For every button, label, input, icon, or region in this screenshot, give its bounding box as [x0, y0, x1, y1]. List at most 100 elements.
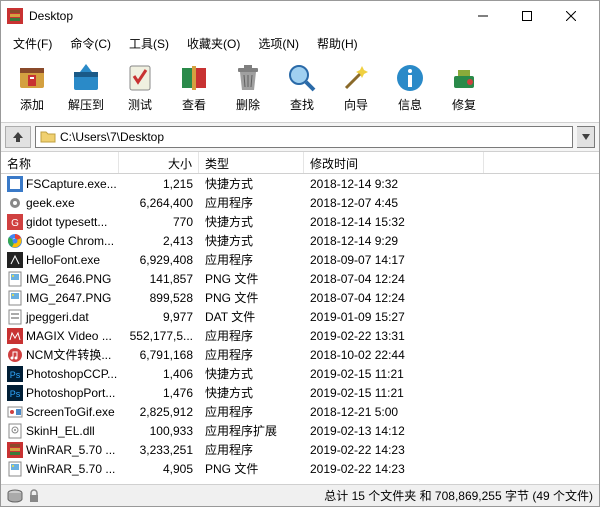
extract-icon — [70, 62, 102, 94]
file-row[interactable]: WinRAR_5.70 ...3,233,251应用程序2019-02-22 1… — [1, 440, 599, 459]
file-row[interactable]: geek.exe6,264,400应用程序2018-12-07 4:45 — [1, 193, 599, 212]
file-row[interactable]: Ggidot typesett...770快捷方式2018-12-14 15:3… — [1, 212, 599, 231]
col-size[interactable]: 大小 — [119, 152, 199, 173]
test-button[interactable]: 测试 — [115, 57, 165, 118]
file-name: PhotoshopPort... — [26, 386, 115, 400]
file-size: 552,177,5... — [119, 329, 199, 343]
file-size: 6,929,408 — [119, 253, 199, 267]
trash-icon — [232, 62, 264, 94]
menu-options[interactable]: 选项(N) — [250, 33, 307, 51]
file-row[interactable]: SkinH_EL.dll100,933应用程序扩展2019-02-13 14:1… — [1, 421, 599, 440]
file-date: 2018-12-14 9:29 — [304, 234, 484, 248]
file-row[interactable]: NCM文件转换...6,791,168应用程序2018-10-02 22:44 — [1, 345, 599, 364]
info-button[interactable]: 信息 — [385, 57, 435, 118]
view-label: 查看 — [182, 96, 206, 113]
file-size: 3,233,251 — [119, 443, 199, 457]
delete-button[interactable]: 删除 — [223, 57, 273, 118]
file-size: 141,857 — [119, 272, 199, 286]
file-type: 快捷方式 — [199, 384, 304, 401]
path-field[interactable]: C:\Users\7\Desktop — [35, 126, 573, 148]
file-icon — [7, 195, 23, 211]
file-size: 6,791,168 — [119, 348, 199, 362]
wizard-button[interactable]: 向导 — [331, 57, 381, 118]
column-headers: 名称 大小 类型 修改时间 — [1, 152, 599, 174]
test-icon — [124, 62, 156, 94]
file-icon — [7, 461, 23, 477]
file-row[interactable]: FSCapture.exe...1,215快捷方式2018-12-14 9:32 — [1, 174, 599, 193]
file-name: MAGIX Video ... — [26, 329, 112, 343]
folder-icon — [40, 129, 56, 145]
add-button[interactable]: 添加 — [7, 57, 57, 118]
file-row[interactable]: ScreenToGif.exe2,825,912应用程序2018-12-21 5… — [1, 402, 599, 421]
extract-button[interactable]: 解压到 — [61, 57, 111, 118]
file-type: 应用程序 — [199, 327, 304, 344]
info-icon — [394, 62, 426, 94]
file-row[interactable]: jpeggeri.dat9,977DAT 文件2019-01-09 15:27 — [1, 307, 599, 326]
file-type: 应用程序 — [199, 346, 304, 363]
window-title: Desktop — [29, 9, 461, 23]
repair-button[interactable]: 修复 — [439, 57, 489, 118]
file-name: PhotoshopCCP... — [26, 367, 117, 381]
file-icon — [7, 271, 23, 287]
col-name[interactable]: 名称 — [1, 152, 119, 173]
file-row[interactable]: Google Chrom...2,413快捷方式2018-12-14 9:29 — [1, 231, 599, 250]
status-bar: 总计 15 个文件夹 和 708,869,255 字节 (49 个文件) — [1, 484, 599, 506]
menu-bar: 文件(F) 命令(C) 工具(S) 收藏夹(O) 选项(N) 帮助(H) — [1, 31, 599, 53]
status-text: 总计 15 个文件夹 和 708,869,255 字节 (49 个文件) — [324, 487, 593, 504]
col-date[interactable]: 修改时间 — [304, 152, 484, 173]
file-date: 2018-07-04 12:24 — [304, 272, 484, 286]
file-name: IMG_2647.PNG — [26, 291, 111, 305]
path-text: C:\Users\7\Desktop — [60, 130, 164, 144]
up-button[interactable] — [5, 126, 31, 148]
file-size: 1,476 — [119, 386, 199, 400]
delete-label: 删除 — [236, 96, 260, 113]
file-date: 2019-02-15 11:21 — [304, 386, 484, 400]
menu-command[interactable]: 命令(C) — [62, 33, 119, 51]
file-size: 899,528 — [119, 291, 199, 305]
file-date: 2018-07-04 12:24 — [304, 291, 484, 305]
file-date: 2018-12-21 5:00 — [304, 405, 484, 419]
minimize-button[interactable] — [461, 2, 505, 30]
file-name: FSCapture.exe... — [26, 177, 117, 191]
file-row[interactable]: IMG_2647.PNG899,528PNG 文件2018-07-04 12:2… — [1, 288, 599, 307]
file-row[interactable]: MAGIX Video ...552,177,5...应用程序2019-02-2… — [1, 326, 599, 345]
repair-label: 修复 — [452, 96, 476, 113]
file-list: 名称 大小 类型 修改时间 FSCapture.exe...1,215快捷方式2… — [1, 152, 599, 484]
file-icon: Ps — [7, 366, 23, 382]
file-date: 2018-10-02 22:44 — [304, 348, 484, 362]
file-name: IMG_2646.PNG — [26, 272, 111, 286]
file-type: 快捷方式 — [199, 365, 304, 382]
file-type: 应用程序 — [199, 194, 304, 211]
file-size: 2,413 — [119, 234, 199, 248]
menu-file[interactable]: 文件(F) — [5, 33, 60, 51]
maximize-button[interactable] — [505, 2, 549, 30]
file-type: PNG 文件 — [199, 460, 304, 477]
file-row[interactable]: PsPhotoshopCCP...1,406快捷方式2019-02-15 11:… — [1, 364, 599, 383]
menu-help[interactable]: 帮助(H) — [309, 33, 366, 51]
file-icon: G — [7, 214, 23, 230]
path-dropdown-button[interactable] — [577, 126, 595, 148]
wizard-icon — [340, 62, 372, 94]
address-bar: C:\Users\7\Desktop — [1, 123, 599, 152]
file-icon — [7, 423, 23, 439]
find-button[interactable]: 查找 — [277, 57, 327, 118]
file-row[interactable]: PsPhotoshopPort...1,476快捷方式2019-02-15 11… — [1, 383, 599, 402]
file-date: 2019-01-09 15:27 — [304, 310, 484, 324]
toolbar: 添加 解压到 测试 查看 删除 查找 向导 信息 修复 — [1, 53, 599, 123]
menu-favorites[interactable]: 收藏夹(O) — [179, 33, 248, 51]
menu-tools[interactable]: 工具(S) — [121, 33, 177, 51]
file-icon — [7, 347, 23, 363]
file-row[interactable]: IMG_2646.PNG141,857PNG 文件2018-07-04 12:2… — [1, 269, 599, 288]
close-button[interactable] — [549, 2, 593, 30]
file-rows[interactable]: FSCapture.exe...1,215快捷方式2018-12-14 9:32… — [1, 174, 599, 484]
view-button[interactable]: 查看 — [169, 57, 219, 118]
file-icon — [7, 442, 23, 458]
file-row[interactable]: WinRAR_5.70 ...4,905PNG 文件2019-02-22 14:… — [1, 459, 599, 478]
col-type[interactable]: 类型 — [199, 152, 304, 173]
file-row[interactable]: HelloFont.exe6,929,408应用程序2018-09-07 14:… — [1, 250, 599, 269]
file-name: jpeggeri.dat — [26, 310, 89, 324]
info-label: 信息 — [398, 96, 422, 113]
file-name: ScreenToGif.exe — [26, 405, 115, 419]
extract-label: 解压到 — [68, 96, 104, 113]
file-name: Google Chrom... — [26, 234, 114, 248]
